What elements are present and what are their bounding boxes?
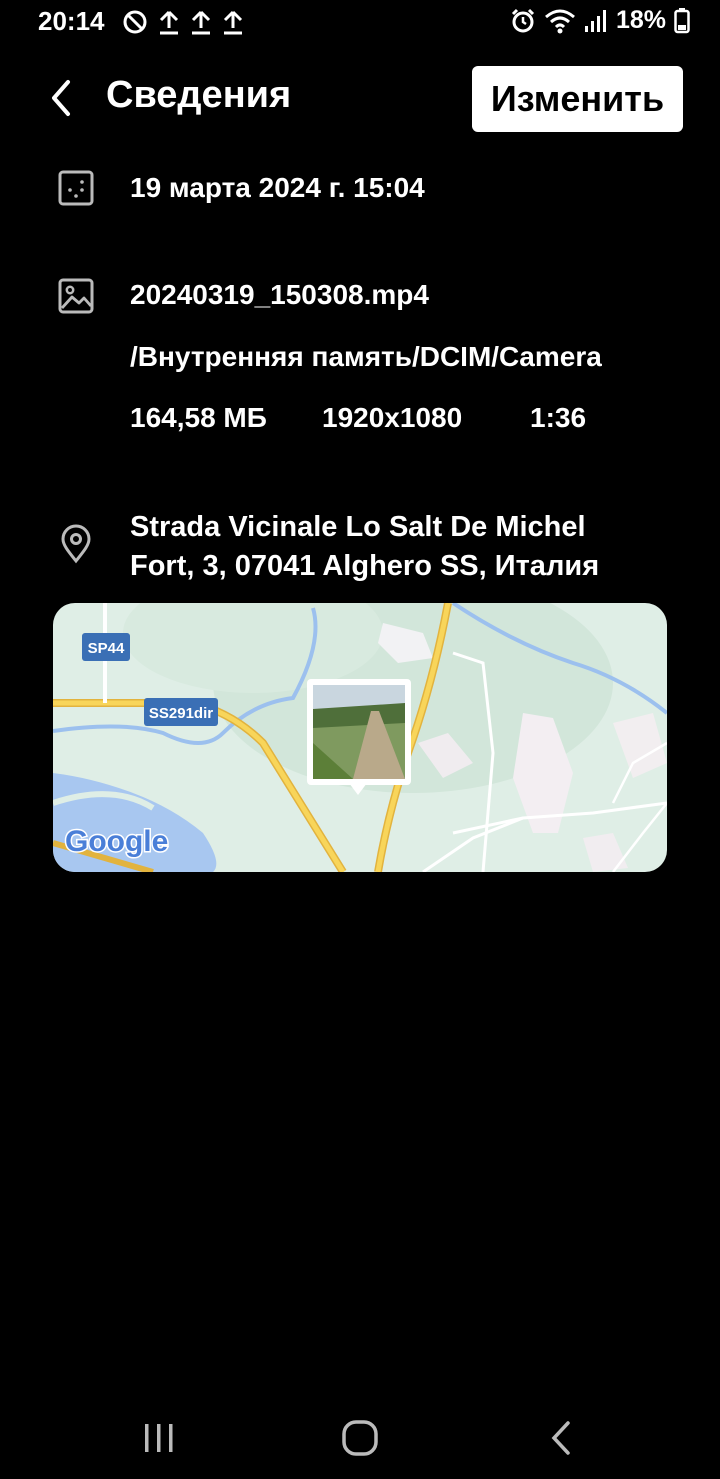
upload-icon [159,10,179,35]
home-icon[interactable] [340,1418,380,1458]
duration: 1:36 [530,402,587,433]
status-time: 20:14 [38,6,105,36]
file-size: 164,58 МБ [130,402,267,433]
image-icon [58,278,94,314]
map-canvas: SP44 SS291dir Google [53,603,667,872]
edit-button[interactable]: Изменить [472,66,683,132]
photo-thumbnail-marker[interactable] [307,679,411,795]
status-bar: 20:14 18% [0,0,720,44]
page-title: Сведения [106,74,292,116]
alarm-icon [511,8,535,32]
battery-icon [674,7,690,33]
address-line-2: Fort, 3, 07041 Alghero SS, Италия [130,550,600,582]
app-header: Сведения Изменить [0,60,720,140]
road-label-ss291dir-text: SS291dir [149,705,213,722]
upload-icon [191,10,211,35]
signal-icon [584,9,606,32]
recent-apps-icon[interactable] [141,1422,177,1454]
system-navigation-bar [0,1400,720,1479]
address: Strada Vicinale Lo Salt De Michel Fort, … [130,508,599,586]
file-path: /Внутренняя память/DCIM/Camera [130,341,602,372]
address-line-1: Strada Vicinale Lo Salt De Michel [130,511,586,543]
resolution: 1920x1080 [322,402,463,433]
battery-percent: 18% [615,6,666,34]
location-pin-icon [61,524,91,564]
wifi-icon [544,9,575,33]
location-map[interactable]: SP44 SS291dir Google [53,603,667,872]
road-label-sp44-text: SP44 [88,640,125,657]
back-icon[interactable] [44,78,80,118]
upload-icon [223,10,243,35]
sync-off-icon [123,10,147,34]
calendar-icon [58,170,94,206]
file-name: 20240319_150308.mp4 [130,279,429,310]
google-attribution: Google [65,825,168,858]
date-time: 19 марта 2024 г. 15:04 [130,172,425,203]
back-nav-icon[interactable] [548,1420,574,1456]
